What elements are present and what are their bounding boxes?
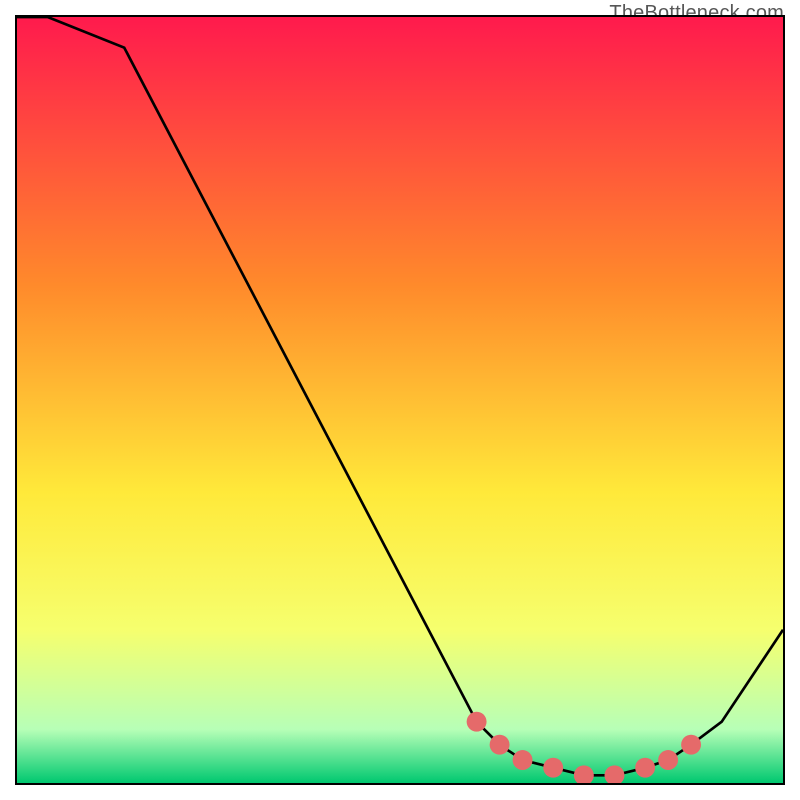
- highlight-point: [635, 758, 655, 778]
- curve-overlay: [17, 17, 783, 783]
- highlight-point: [658, 750, 678, 770]
- highlight-point: [574, 765, 594, 783]
- highlight-point: [543, 758, 563, 778]
- highlight-points: [467, 712, 701, 783]
- bottleneck-curve: [17, 17, 783, 775]
- highlight-point: [467, 712, 487, 732]
- plot-area: [15, 15, 785, 785]
- highlight-point: [513, 750, 533, 770]
- highlight-point: [605, 765, 625, 783]
- chart-frame: TheBottleneck.com: [0, 0, 800, 800]
- highlight-point: [681, 735, 701, 755]
- highlight-point: [490, 735, 510, 755]
